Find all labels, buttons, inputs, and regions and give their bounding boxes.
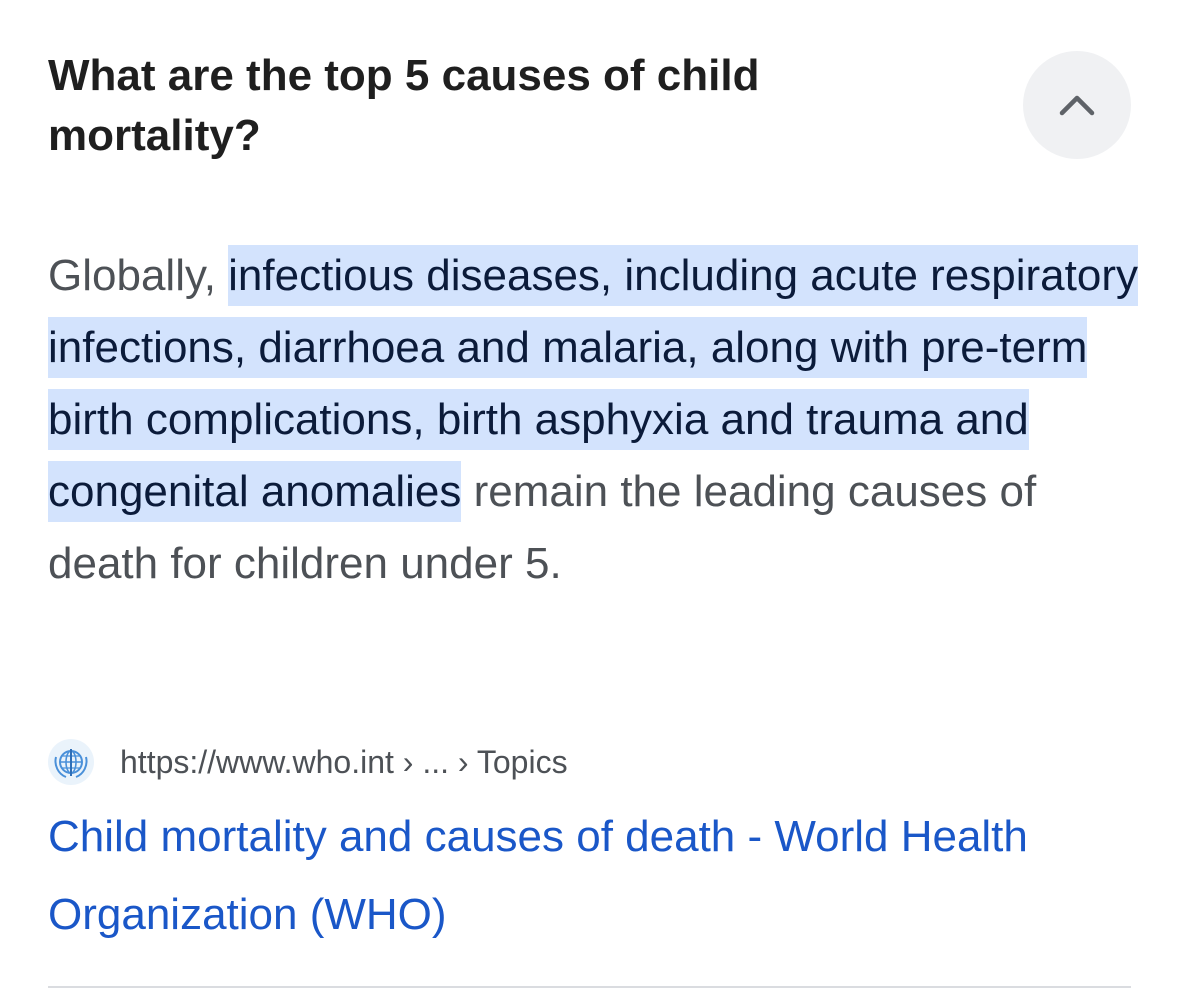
answer-prefix: Globally,: [48, 251, 229, 300]
collapse-button[interactable]: [1023, 51, 1131, 159]
featured-snippet-card: What are the top 5 causes of child morta…: [0, 0, 1179, 992]
source-row[interactable]: https://www.who.int › ... › Topics: [48, 738, 568, 786]
source-url[interactable]: https://www.who.int › ... › Topics: [120, 744, 568, 781]
question-row[interactable]: What are the top 5 causes of child morta…: [48, 40, 1148, 180]
question-heading: What are the top 5 causes of child morta…: [48, 51, 760, 160]
result-title-link[interactable]: Child mortality and causes of death - Wo…: [48, 798, 1138, 954]
who-globe-icon: [48, 739, 94, 785]
answer-text: Globally, infectious diseases, including…: [48, 240, 1138, 600]
chevron-up-icon: [1057, 92, 1097, 118]
divider: [48, 986, 1131, 988]
